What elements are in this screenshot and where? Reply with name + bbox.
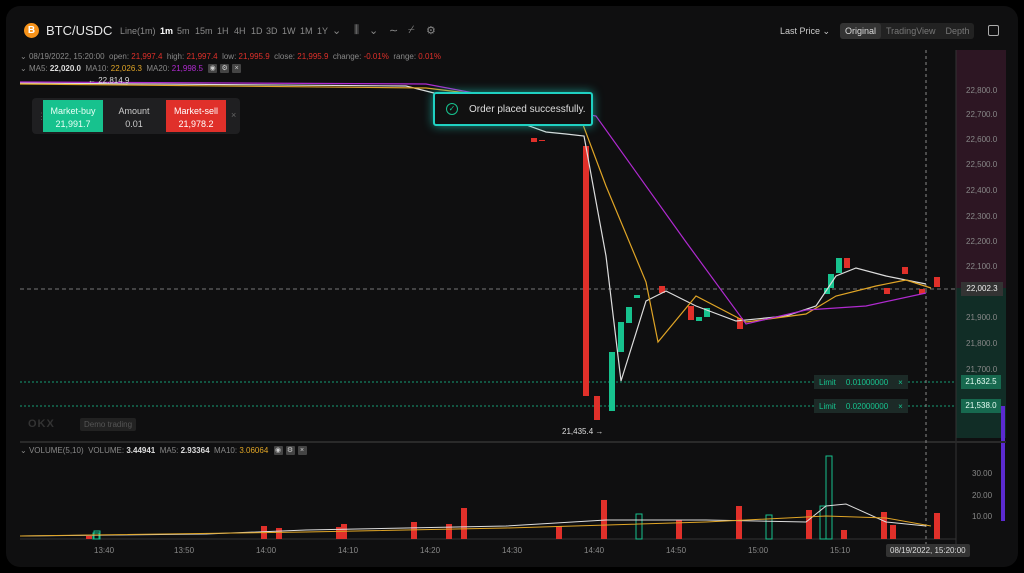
volume-bar: [276, 528, 282, 539]
time-tick: 14:10: [338, 546, 359, 555]
volume-tick: 10.00: [972, 512, 993, 521]
market-buy-button[interactable]: Market-buy 21,991.7: [43, 100, 103, 132]
limit-order-1[interactable]: Limit 0.01000000 ×: [814, 375, 908, 389]
current-price-tag: 22,002.3: [961, 282, 1003, 296]
time-tick: 15:00: [748, 546, 769, 555]
candle: [696, 317, 702, 321]
volume-bar: [556, 526, 562, 539]
toast-message: Order placed successfully.: [469, 103, 586, 115]
time-tick: 13:50: [174, 546, 195, 555]
volume-ma5-line: [19, 503, 927, 537]
price-tick: 22,200.0: [966, 237, 998, 246]
okx-logo: OKX: [28, 418, 55, 430]
amount-field[interactable]: Amount 0.01: [104, 100, 164, 132]
depth-bar: [1001, 406, 1005, 521]
price-tick: 21,700.0: [966, 365, 998, 374]
candle: [884, 288, 890, 294]
volume-bar: [736, 506, 742, 539]
price-tick: 22,500.0: [966, 160, 998, 169]
time-tick: 13:40: [94, 546, 115, 555]
price-tick: 22,100.0: [966, 262, 998, 271]
candle: [626, 307, 632, 323]
candle: [531, 138, 537, 142]
candle: [634, 295, 640, 298]
time-tick: 14:20: [420, 546, 441, 555]
price-tick: 22,600.0: [966, 135, 998, 144]
low-marker: 21,435.4 →: [562, 427, 604, 436]
close-icon[interactable]: ×: [231, 110, 236, 120]
crosshair-time-label: 08/19/2022, 15:20:00: [886, 544, 970, 557]
candle: [609, 352, 615, 411]
time-tick: 14:50: [666, 546, 687, 555]
check-circle-icon: ✓: [446, 103, 458, 115]
candle: [618, 322, 624, 352]
settings-icon[interactable]: ⚙: [285, 446, 295, 456]
demo-trading-badge: Demo trading: [80, 418, 137, 431]
volume-tick: 20.00: [972, 491, 993, 500]
volume-bar: [461, 508, 467, 539]
volume-bar: [86, 536, 92, 539]
cancel-order-icon[interactable]: ×: [893, 402, 908, 411]
volume-row: ⌄ VOLUME(5,10) VOLUME: 3.44941 MA5: 2.93…: [20, 446, 307, 456]
high-marker: ← 22,814.9: [88, 76, 130, 85]
price-tick: 21,800.0: [966, 339, 998, 348]
price-tick: 22,300.0: [966, 212, 998, 221]
eye-icon[interactable]: ◉: [273, 446, 283, 456]
close-icon[interactable]: ×: [297, 446, 307, 456]
volume-bar: [411, 522, 417, 539]
volume-bar: [825, 455, 833, 540]
candle: [539, 140, 545, 141]
quick-trade-panel: ⋮⋮ Market-buy21,991.7 Amount0.01 Market-…: [32, 98, 240, 134]
volume-bar: [881, 512, 887, 539]
cancel-order-icon[interactable]: ×: [893, 378, 908, 387]
candle: [583, 146, 589, 396]
volume-bar: [446, 524, 452, 539]
success-toast: ✓ Order placed successfully.: [433, 92, 593, 126]
price-tick: 22,400.0: [966, 186, 998, 195]
volume-ma10-line: [19, 515, 932, 537]
volume-bar: [890, 525, 896, 539]
candle: [688, 306, 694, 320]
chart-window: B BTC/USDC Line(1m) 1m 5m 15m 1H 4H 1D 3…: [6, 6, 1018, 567]
time-tick: 14:40: [584, 546, 605, 555]
price-chart[interactable]: [6, 6, 1018, 567]
volume-bar: [934, 513, 940, 539]
limit-order-2[interactable]: Limit 0.02000000 ×: [814, 399, 908, 413]
candle: [836, 258, 842, 273]
candle: [844, 258, 850, 268]
candle: [934, 277, 940, 287]
volume-bar: [806, 510, 812, 539]
volume-bar: [841, 530, 847, 539]
candle: [594, 396, 600, 420]
price-tick: 22,700.0: [966, 110, 998, 119]
time-tick: 14:00: [256, 546, 277, 555]
volume-tick: 30.00: [972, 469, 993, 478]
volume-bar: [635, 513, 643, 540]
price-tick: 22,800.0: [966, 86, 998, 95]
market-sell-button[interactable]: Market-sell 21,978.2: [166, 100, 226, 132]
volume-bar: [819, 505, 827, 540]
time-tick: 15:10: [830, 546, 851, 555]
limit-price-tag-1: 21,632.5: [961, 375, 1001, 389]
depth-bids: [956, 288, 1006, 438]
time-tick: 14:30: [502, 546, 523, 555]
price-tick: 21,900.0: [966, 313, 998, 322]
candle: [902, 267, 908, 274]
limit-price-tag-2: 21,538.0: [961, 399, 1001, 413]
